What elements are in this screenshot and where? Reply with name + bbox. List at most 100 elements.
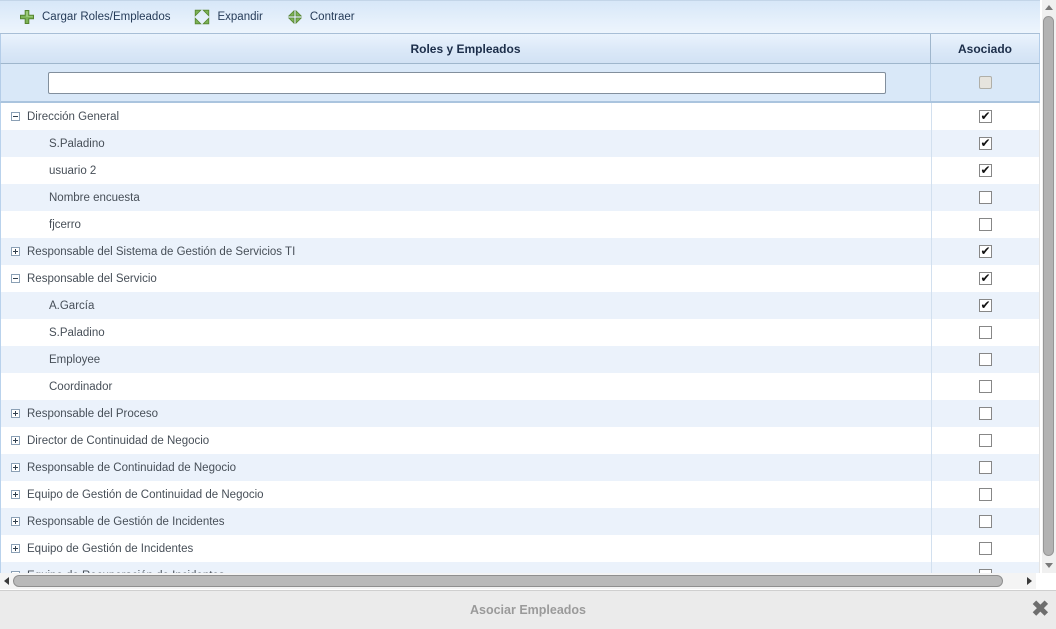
scroll-up-button[interactable] xyxy=(1042,0,1056,15)
asociado-checkbox[interactable]: ✔ xyxy=(979,137,992,150)
asociado-checkbox[interactable] xyxy=(979,326,992,339)
tree-row-label: Responsable del Proceso xyxy=(27,408,158,420)
asociado-checkbox[interactable]: ✔ xyxy=(979,245,992,258)
select-all-checkbox[interactable] xyxy=(979,76,992,89)
tree-row[interactable]: Responsable de Continuidad de Negocio xyxy=(1,454,1039,481)
tree-row-label-cell: Equipo de Recuperación de Incidentes xyxy=(1,562,931,573)
tree-row-label-cell: A.García xyxy=(1,292,931,319)
tree-collapse-icon[interactable] xyxy=(11,112,20,121)
tree-expand-icon[interactable] xyxy=(11,517,20,526)
asociado-checkbox[interactable] xyxy=(979,515,992,528)
asociado-checkbox[interactable] xyxy=(979,218,992,231)
tree-row[interactable]: Responsable del Proceso xyxy=(1,400,1039,427)
tree-row-label: Equipo de Gestión de Continuidad de Nego… xyxy=(27,489,264,501)
tree-row[interactable]: A.García ✔ xyxy=(1,292,1039,319)
tree-expand-icon[interactable] xyxy=(11,490,20,499)
tree-row-check-cell: ✔ xyxy=(931,292,1039,319)
expand-all-button[interactable]: Expandir xyxy=(185,5,271,29)
tree-row-label-cell: Director de Continuidad de Negocio xyxy=(1,427,931,454)
close-icon[interactable]: ✖ xyxy=(1031,599,1050,622)
scroll-left-button[interactable] xyxy=(0,573,13,589)
tree-row-label: Responsable de Continuidad de Negocio xyxy=(27,462,236,474)
tree-row-label: S.Paladino xyxy=(49,327,105,339)
tree-row-check-cell: ✔ xyxy=(931,238,1039,265)
tree-row[interactable]: Responsable del Servicio ✔ xyxy=(1,265,1039,292)
tree-rows: Dirección General ✔ S.Paladino ✔ usuario… xyxy=(0,103,1040,573)
asociado-checkbox[interactable]: ✔ xyxy=(979,272,992,285)
vertical-scrollbar[interactable] xyxy=(1042,0,1056,573)
tree-row[interactable]: Equipo de Recuperación de Incidentes xyxy=(1,562,1039,573)
asociado-checkbox[interactable]: ✔ xyxy=(979,110,992,123)
tree-row-label: Coordinador xyxy=(49,381,112,393)
tree-expand-icon[interactable] xyxy=(11,247,20,256)
tree-row-check-cell xyxy=(931,400,1039,427)
scroll-right-button[interactable] xyxy=(1023,573,1036,589)
asociado-checkbox[interactable] xyxy=(979,461,992,474)
tree-row-label: Dirección General xyxy=(27,111,119,123)
asociado-checkbox[interactable] xyxy=(979,380,992,393)
tree-row[interactable]: Nombre encuesta xyxy=(1,184,1039,211)
asociado-checkbox[interactable] xyxy=(979,434,992,447)
scroll-down-icon xyxy=(1045,563,1053,568)
vertical-scroll-thumb[interactable] xyxy=(1043,16,1054,556)
asociado-checkbox[interactable] xyxy=(979,191,992,204)
tree-row-label: Responsable del Sistema de Gestión de Se… xyxy=(27,246,295,258)
tree-row[interactable]: Responsable del Sistema de Gestión de Se… xyxy=(1,238,1039,265)
load-roles-employees-button[interactable]: Cargar Roles/Empleados xyxy=(10,5,179,29)
horizontal-scroll-thumb[interactable] xyxy=(13,575,1003,587)
expand-all-label: Expandir xyxy=(217,11,262,23)
tree-row[interactable]: fjcerro xyxy=(1,211,1039,238)
collapse-all-button[interactable]: Contraer xyxy=(278,5,364,29)
tree-row[interactable]: Equipo de Gestión de Continuidad de Nego… xyxy=(1,481,1039,508)
tree-row-check-cell: ✔ xyxy=(931,130,1039,157)
tree-row[interactable]: Employee xyxy=(1,346,1039,373)
tree-row[interactable]: Director de Continuidad de Negocio xyxy=(1,427,1039,454)
tree-expand-icon[interactable] xyxy=(11,409,20,418)
roles-filter-input[interactable] xyxy=(48,72,886,94)
tree-row-label-cell: Dirección General xyxy=(1,103,931,130)
asociado-checkbox[interactable] xyxy=(979,353,992,366)
tree-row-label: Equipo de Gestión de Incidentes xyxy=(27,543,193,555)
associate-employees-dialog: Cargar Roles/Empleados Expandir xyxy=(0,0,1056,629)
tree-row-label: Director de Continuidad de Negocio xyxy=(27,435,209,447)
toolbar: Cargar Roles/Empleados Expandir xyxy=(0,0,1040,34)
dialog-title: Asociar Empleados xyxy=(470,603,586,617)
tree-row[interactable]: S.Paladino ✔ xyxy=(1,130,1039,157)
tree-row-check-cell xyxy=(931,319,1039,346)
expand-icon xyxy=(194,9,210,25)
tree-row[interactable]: usuario 2 ✔ xyxy=(1,157,1039,184)
tree-row-label: Responsable del Servicio xyxy=(27,273,157,285)
asociado-checkbox[interactable] xyxy=(979,407,992,420)
tree-row-label-cell: Responsable de Gestión de Incidentes xyxy=(1,508,931,535)
tree-row-check-cell xyxy=(931,454,1039,481)
tree-row-label-cell: Equipo de Gestión de Incidentes xyxy=(1,535,931,562)
tree-row-label: Employee xyxy=(49,354,100,366)
tree-row-check-cell: ✔ xyxy=(931,157,1039,184)
scroll-right-icon xyxy=(1027,577,1032,585)
asociado-checkbox[interactable]: ✔ xyxy=(979,164,992,177)
tree-row[interactable]: Responsable de Gestión de Incidentes xyxy=(1,508,1039,535)
tree-row[interactable]: S.Paladino xyxy=(1,319,1039,346)
load-roles-employees-label: Cargar Roles/Empleados xyxy=(42,11,170,23)
tree-row[interactable]: Equipo de Gestión de Incidentes xyxy=(1,535,1039,562)
tree-expand-icon[interactable] xyxy=(11,463,20,472)
tree-row-label: Nombre encuesta xyxy=(49,192,140,204)
tree-row-check-cell xyxy=(931,481,1039,508)
tree-row-check-cell: ✔ xyxy=(931,103,1039,130)
tree-expand-icon[interactable] xyxy=(11,436,20,445)
filter-input-cell xyxy=(1,64,931,101)
horizontal-scrollbar[interactable] xyxy=(0,573,1036,589)
tree-row-check-cell xyxy=(931,535,1039,562)
tree-collapse-icon[interactable] xyxy=(11,274,20,283)
tree-expand-icon[interactable] xyxy=(11,544,20,553)
tree-row[interactable]: Dirección General ✔ xyxy=(1,103,1039,130)
tree-row-label: S.Paladino xyxy=(49,138,105,150)
asociado-checkbox[interactable] xyxy=(979,542,992,555)
scroll-up-icon xyxy=(1045,5,1053,10)
column-header-asociado: Asociado xyxy=(931,34,1039,63)
tree-row-label-cell: fjcerro xyxy=(1,211,931,238)
asociado-checkbox[interactable] xyxy=(979,488,992,501)
scroll-down-button[interactable] xyxy=(1042,558,1056,573)
asociado-checkbox[interactable]: ✔ xyxy=(979,299,992,312)
tree-row[interactable]: Coordinador xyxy=(1,373,1039,400)
